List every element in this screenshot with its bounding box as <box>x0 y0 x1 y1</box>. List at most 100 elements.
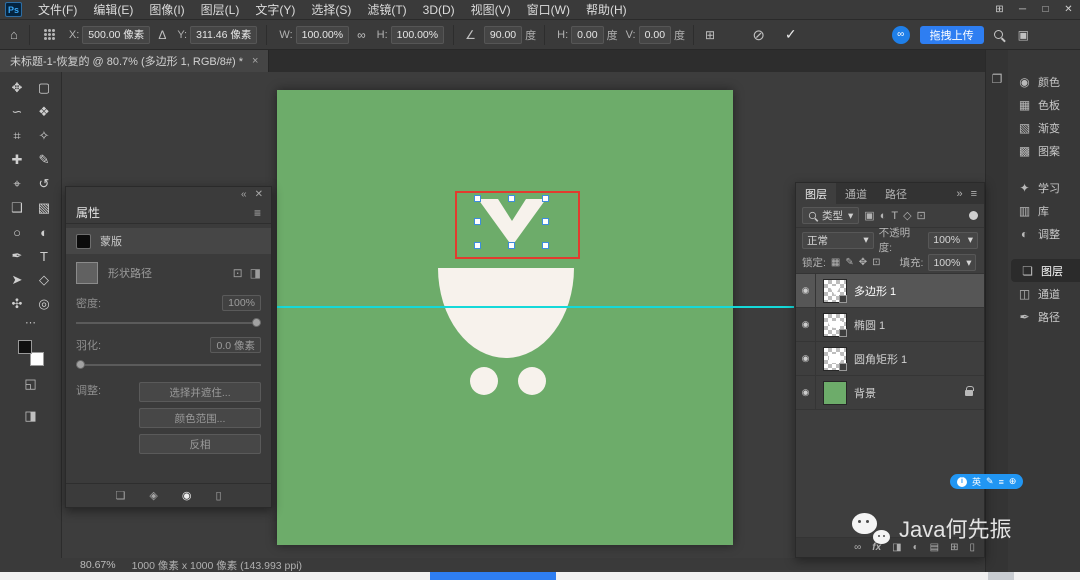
ime-menu-icon[interactable]: ≡ <box>999 477 1004 487</box>
dock-item-gradients[interactable]: ▧ 渐变 <box>1008 116 1080 139</box>
drag-upload-button[interactable]: 拖拽上传 <box>919 25 984 44</box>
y-position-field[interactable]: 311.46 像素 <box>190 25 258 44</box>
visibility-eye-icon[interactable]: ◉ <box>796 342 816 375</box>
lock-pixels-icon[interactable]: ✎ <box>845 257 853 268</box>
gradient-tool[interactable]: ▧ <box>31 196 58 220</box>
rounded-rect-shape-right[interactable] <box>518 367 546 395</box>
dock-item-learn[interactable]: ✦ 学习 <box>1008 176 1080 199</box>
canvas[interactable] <box>277 90 733 545</box>
feather-slider[interactable] <box>76 357 261 372</box>
filter-smart-icon[interactable]: ⊡ <box>917 209 926 222</box>
filter-image-icon[interactable]: ▣ <box>864 209 874 222</box>
layer-row-ellipse[interactable]: ◉ 椭圆 1 <box>796 308 984 342</box>
marquee-tool[interactable]: ▢ <box>31 76 58 100</box>
ime-pen-icon[interactable]: ✎ <box>986 476 994 487</box>
move-tool[interactable]: ✥ <box>4 76 31 100</box>
zoom-level-field[interactable]: 80.67% <box>80 559 116 571</box>
layer-name[interactable]: 多边形 1 <box>854 283 896 299</box>
dock-item-channels[interactable]: ◫ 通道 <box>1008 282 1080 305</box>
dock-item-swatches[interactable]: ▦ 色板 <box>1008 93 1080 116</box>
skew-h-field[interactable]: 0.00 <box>571 25 604 44</box>
width-field[interactable]: 100.00% <box>295 25 350 44</box>
more-tools-icon[interactable]: ⋯ <box>25 316 36 332</box>
menu-window[interactable]: 窗口(W) <box>519 0 578 20</box>
select-and-mask-button[interactable]: 选择并遮住... <box>139 382 261 402</box>
maximize-button[interactable]: □ <box>1034 0 1057 20</box>
taskbar-active-app[interactable] <box>430 572 556 580</box>
path-select-tool[interactable]: ➤ <box>4 268 31 292</box>
dock-item-layers[interactable]: ❏ 图层 <box>1011 259 1080 282</box>
dock-item-adjustments[interactable]: ◐ 调整 <box>1008 222 1080 245</box>
dock-item-patterns[interactable]: ▩ 图案 <box>1008 139 1080 162</box>
transform-handle-sw[interactable] <box>474 242 481 249</box>
lock-transparent-icon[interactable]: ▦ <box>831 257 840 268</box>
hand-tool[interactable]: ✣ <box>4 292 31 316</box>
minimize-button[interactable]: ─ <box>1011 0 1034 20</box>
eyedropper-tool[interactable]: ✧ <box>31 124 58 148</box>
mask-visibility-eye-icon[interactable]: ◉ <box>182 489 192 502</box>
layer-row-rounded-rect[interactable]: ◉ 圆角矩形 1 <box>796 342 984 376</box>
rotation-field[interactable]: 90.00 <box>483 25 523 44</box>
foreground-color-swatch[interactable] <box>17 340 32 354</box>
relative-position-icon[interactable]: Δ <box>158 28 166 42</box>
menu-filter[interactable]: 滤镜(T) <box>359 0 414 20</box>
commit-transform-icon[interactable]: ✓ <box>785 26 797 43</box>
workspace-icon[interactable]: ⊞ <box>988 0 1011 20</box>
color-swatches[interactable] <box>17 340 44 366</box>
layer-thumbnail[interactable] <box>823 312 847 337</box>
close-button[interactable]: ✕ <box>1057 0 1080 20</box>
ime-language[interactable]: 英 <box>972 475 981 488</box>
screen-mode-icon[interactable]: ◨ <box>24 408 36 430</box>
layer-filter-type-select[interactable]: 类型 ▾ <box>802 207 860 224</box>
ime-logo-icon[interactable]: i <box>957 476 967 487</box>
quick-select-tool[interactable]: ❖ <box>31 100 58 124</box>
menu-type[interactable]: 文字(Y) <box>247 0 303 20</box>
collapse-panel-icon[interactable]: « <box>241 189 247 200</box>
transform-handle-se[interactable] <box>542 242 549 249</box>
pen-tool[interactable]: ✒ <box>4 244 31 268</box>
ime-more-icon[interactable]: ⊕ <box>1009 476 1017 487</box>
visibility-eye-icon[interactable]: ◉ <box>796 274 816 307</box>
eraser-tool[interactable]: ❑ <box>4 196 31 220</box>
filter-type-icon[interactable]: T <box>891 210 898 222</box>
layer-row-background[interactable]: ◉ 背景 <box>796 376 984 410</box>
quick-mask-icon[interactable]: ◱ <box>24 376 36 398</box>
density-slider-knob[interactable] <box>252 318 261 327</box>
invert-mask-icon[interactable]: ◨ <box>250 266 261 280</box>
layer-thumbnail[interactable] <box>823 380 847 405</box>
ellipse-shape[interactable] <box>438 268 574 358</box>
filter-toggle-icon[interactable] <box>969 211 978 220</box>
healing-tool[interactable]: ✚ <box>4 148 31 172</box>
ime-toolbar[interactable]: i 英 ✎ ≡ ⊕ <box>950 474 1024 489</box>
filter-shape-icon[interactable]: ◇ <box>903 209 911 222</box>
apply-mask-icon[interactable]: ◈ <box>149 489 157 502</box>
opacity-select[interactable]: 100% ▾ <box>928 231 978 249</box>
menu-file[interactable]: 文件(F) <box>30 0 85 20</box>
tab-layers[interactable]: 图层 <box>796 183 836 204</box>
search-icon[interactable] <box>993 30 1003 39</box>
transform-handle-w[interactable] <box>474 218 481 225</box>
tab-paths[interactable]: 路径 <box>876 183 916 204</box>
dock-item-paths[interactable]: ✒ 路径 <box>1008 305 1080 328</box>
cancel-transform-icon[interactable]: ⊘ <box>752 26 765 44</box>
menu-image[interactable]: 图像(I) <box>141 0 192 20</box>
visibility-eye-icon[interactable]: ◉ <box>796 308 816 341</box>
layer-row-polygon[interactable]: ◉ 多边形 1 <box>796 274 984 308</box>
link-dimensions-icon[interactable]: ∞ <box>357 28 366 42</box>
layer-thumbnail[interactable] <box>823 346 847 371</box>
visibility-eye-icon[interactable]: ◉ <box>796 376 816 409</box>
menu-3d[interactable]: 3D(D) <box>415 0 463 20</box>
crop-tool[interactable]: ⌗ <box>4 124 31 148</box>
skew-v-field[interactable]: 0.00 <box>638 25 672 44</box>
lasso-tool[interactable]: ∽ <box>4 100 31 124</box>
os-taskbar[interactable] <box>0 572 1080 580</box>
blend-mode-select[interactable]: 正常 ▾ <box>802 231 874 249</box>
transform-handle-s[interactable] <box>508 242 515 249</box>
transform-handle-nw[interactable] <box>474 195 481 202</box>
dodge-tool[interactable]: ◐ <box>31 220 58 244</box>
collapse-panel-icon[interactable]: » <box>956 188 962 200</box>
filter-adjustment-icon[interactable]: ◐ <box>880 210 887 222</box>
transform-handle-e[interactable] <box>542 218 549 225</box>
brush-tool[interactable]: ✎ <box>31 148 58 172</box>
horizontal-guide[interactable] <box>277 306 794 308</box>
